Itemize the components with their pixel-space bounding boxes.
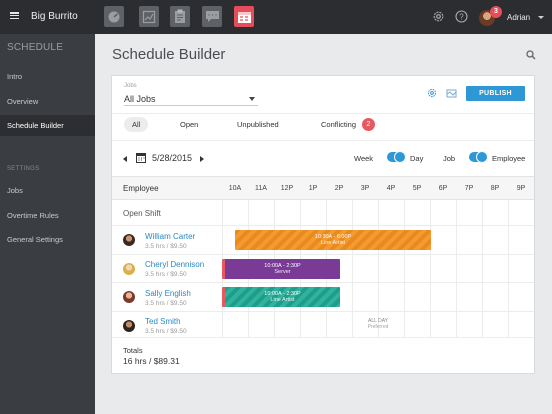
filter-all[interactable]: All bbox=[124, 117, 149, 132]
reports-icon[interactable] bbox=[139, 6, 159, 27]
employee-hours: 3.5 hrs / $9.50 bbox=[145, 328, 187, 335]
sidebar-section-title: SCHEDULE bbox=[7, 42, 64, 53]
publish-button[interactable]: PUBLISH bbox=[466, 86, 525, 101]
sidebar: SCHEDULE Intro Overview Schedule Builder… bbox=[0, 34, 95, 414]
grid-header: Employee 10A 11A 12P 1P 2P 3P 4P 5P 6P 7… bbox=[112, 176, 534, 200]
filter-unpublished[interactable]: Unpublished bbox=[229, 117, 287, 132]
shift-block[interactable]: 10:30A - 6:00P Line Artist bbox=[235, 230, 431, 250]
table-row[interactable]: Ted Smith 3.5 hrs / $9.50 ALL DAY Prefer… bbox=[112, 312, 534, 338]
employee-label: Employee bbox=[492, 154, 526, 163]
employee-name[interactable]: Ted Smith bbox=[145, 317, 181, 326]
hour-label: 10A bbox=[228, 185, 242, 192]
table-row-open-shift[interactable]: Open Shift bbox=[112, 200, 534, 226]
page-title: Schedule Builder bbox=[112, 46, 226, 63]
hour-label: 2P bbox=[334, 185, 344, 192]
sidebar-settings-title: SETTINGS bbox=[7, 166, 40, 172]
shift-role: Line Artist bbox=[270, 297, 295, 303]
sidebar-item-overtime-rules[interactable]: Overtime Rules bbox=[0, 205, 95, 226]
shift-time: ALL DAY bbox=[367, 318, 388, 324]
template-icon[interactable] bbox=[446, 88, 457, 98]
user-name[interactable]: Adrian bbox=[507, 13, 530, 22]
avatar bbox=[123, 234, 135, 246]
shift-block[interactable]: 10:00A - 2:30P Line Artist bbox=[222, 287, 340, 307]
notification-badge[interactable]: 3 bbox=[490, 6, 502, 18]
filter-open[interactable]: Open bbox=[172, 117, 206, 132]
menu-icon[interactable] bbox=[10, 12, 19, 19]
shift-role: Preferred bbox=[367, 324, 389, 330]
sidebar-item-general-settings[interactable]: General Settings bbox=[0, 229, 95, 250]
next-day-icon[interactable] bbox=[200, 156, 204, 162]
brand-name: Big Burrito bbox=[31, 11, 78, 22]
chevron-down-icon[interactable] bbox=[249, 97, 255, 101]
chevron-down-icon[interactable] bbox=[538, 16, 544, 19]
hour-label: 4P bbox=[386, 185, 396, 192]
svg-text:?: ? bbox=[459, 13, 464, 22]
hour-label: 9P bbox=[516, 185, 526, 192]
hour-label: 11A bbox=[255, 185, 267, 192]
hour-label: 6P bbox=[438, 185, 448, 192]
jobs-select[interactable]: All Jobs bbox=[124, 94, 156, 104]
previous-day-icon[interactable] bbox=[123, 156, 127, 162]
avatar bbox=[123, 263, 135, 275]
sidebar-item-overview[interactable]: Overview bbox=[0, 91, 95, 112]
dashboard-icon[interactable] bbox=[104, 6, 124, 27]
clipboard-icon[interactable] bbox=[170, 6, 190, 27]
hour-label: 8P bbox=[490, 185, 500, 192]
hour-label: 12P bbox=[280, 185, 294, 192]
shift-block[interactable]: ALL DAY Preferred bbox=[222, 314, 534, 334]
gear-icon[interactable] bbox=[432, 10, 445, 23]
schedule-icon[interactable] bbox=[234, 6, 254, 27]
avatar bbox=[123, 320, 135, 332]
shift-time: 10:00A - 2:30P bbox=[264, 291, 301, 297]
hour-label: 1P bbox=[308, 185, 318, 192]
week-label: Week bbox=[354, 154, 374, 163]
sidebar-item-schedule-builder[interactable]: Schedule Builder bbox=[0, 115, 95, 136]
day-label: Day bbox=[410, 154, 424, 163]
job-label: Job bbox=[443, 154, 456, 163]
shift-role: Line Artist bbox=[320, 240, 346, 246]
help-icon[interactable]: ? bbox=[455, 10, 468, 23]
employee-name[interactable]: Cheryl Dennison bbox=[145, 260, 204, 269]
employee-hours: 3.5 hrs / $9.50 bbox=[145, 243, 187, 250]
totals-value: 16 hrs / $89.31 bbox=[123, 356, 180, 366]
search-icon[interactable] bbox=[526, 50, 536, 60]
settings-gear-icon[interactable] bbox=[427, 88, 437, 98]
avatar bbox=[123, 291, 135, 303]
date-bar: 5/28/2015 Week Day Job Employee bbox=[112, 142, 534, 180]
filter-conflicting[interactable]: Conflicting bbox=[313, 117, 364, 132]
calendar-icon[interactable] bbox=[136, 152, 146, 163]
hour-label: 7P bbox=[464, 185, 474, 192]
shift-block[interactable]: 10:00A - 2:30P Server bbox=[222, 259, 340, 279]
totals-label: Totals bbox=[123, 346, 143, 355]
hour-label: 3P bbox=[360, 185, 370, 192]
conflict-count-badge: 2 bbox=[362, 118, 375, 131]
shift-role: Server bbox=[274, 269, 291, 275]
schedule-card: Jobs All Jobs PUBLISH All Open Unpublish… bbox=[112, 76, 534, 373]
jobs-select-underline bbox=[124, 105, 258, 106]
employee-hours: 3.5 hrs / $9.50 bbox=[145, 271, 187, 278]
table-row[interactable]: Sally English 3.5 hrs / $9.50 10:00A - 2… bbox=[112, 283, 534, 312]
filter-row: All Open Unpublished Conflicting 2 bbox=[112, 113, 534, 141]
shift-time: 10:00A - 2:30P bbox=[264, 263, 301, 269]
employee-column-header: Employee bbox=[123, 184, 159, 193]
top-bar: Big Burrito ? 3 Adrian bbox=[0, 0, 552, 34]
messages-icon[interactable] bbox=[202, 6, 222, 27]
week-day-toggle[interactable] bbox=[387, 151, 406, 163]
sidebar-item-jobs[interactable]: Jobs bbox=[0, 180, 95, 201]
table-row[interactable]: Cheryl Dennison 3.5 hrs / $9.50 10:00A -… bbox=[112, 255, 534, 283]
employee-name[interactable]: Sally English bbox=[145, 289, 191, 298]
jobs-label: Jobs bbox=[124, 83, 137, 89]
hour-label: 5P bbox=[412, 185, 422, 192]
open-shift-label: Open Shift bbox=[123, 209, 161, 218]
sidebar-item-intro[interactable]: Intro bbox=[0, 66, 95, 87]
date-display[interactable]: 5/28/2015 bbox=[152, 153, 192, 163]
job-employee-toggle[interactable] bbox=[469, 151, 488, 163]
table-row[interactable]: William Carter 3.5 hrs / $9.50 10:30A - … bbox=[112, 226, 534, 255]
employee-name[interactable]: William Carter bbox=[145, 232, 195, 241]
employee-hours: 3.5 hrs / $9.50 bbox=[145, 300, 187, 307]
shift-time: 10:30A - 6:00P bbox=[314, 234, 352, 240]
